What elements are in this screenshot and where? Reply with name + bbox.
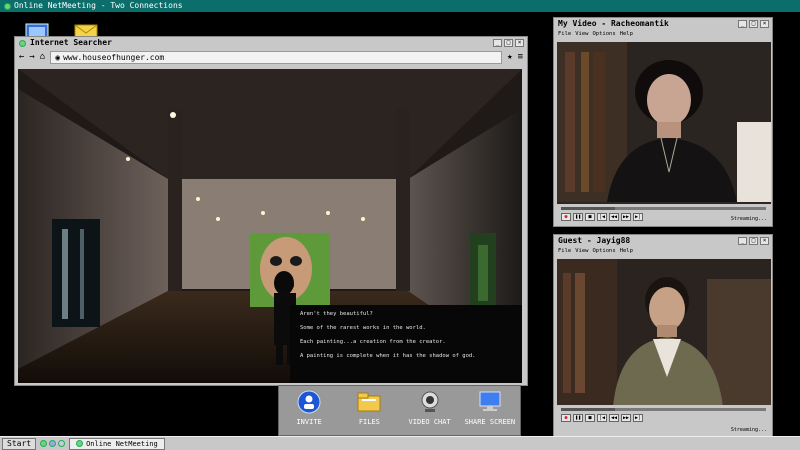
caption-line-4: A painting is complete when it has the s… [300, 353, 476, 359]
monitor-icon [479, 391, 501, 411]
video2-status: Streaming... [730, 427, 767, 433]
record-button[interactable]: ● [561, 414, 571, 422]
minimize-button[interactable]: _ [738, 237, 747, 245]
close-button[interactable]: × [760, 237, 769, 245]
prev-button[interactable]: |◀ [597, 213, 607, 221]
video-chat-label: VIDEO CHAT [408, 418, 451, 426]
minimize-button[interactable]: _ [738, 20, 747, 28]
browser-logo-icon [19, 39, 26, 47]
pause-button[interactable]: ❚❚ [573, 213, 583, 221]
video1-window-controls: _ □ × [738, 20, 769, 28]
guest-video-window[interactable]: Guest - Jayig88 _ □ × File View Options … [553, 234, 773, 439]
menu-help[interactable]: Help [620, 247, 633, 256]
taskbar: Start Online NetMeeting [0, 436, 800, 450]
rewind-button[interactable]: ◀◀ [609, 213, 619, 221]
caption-line-2: Some of the rarest works in the world. [300, 325, 426, 331]
taskbar-netmeeting-label: Online NetMeeting [86, 439, 158, 448]
address-bar-row: ← → ⌂ ◉ www.houseofhunger.com ★ ≡ [15, 49, 527, 65]
video1-status: Streaming... [730, 216, 767, 222]
forward-button[interactable]: ▶▶ [621, 414, 631, 422]
invite-label: INVITE [296, 418, 322, 426]
menu-file[interactable]: File [558, 30, 571, 39]
rewind-button[interactable]: ◀◀ [609, 414, 619, 422]
browser-title: Internet Searcher [30, 38, 112, 47]
stop-button[interactable]: ■ [585, 213, 595, 221]
url-field[interactable]: ◉ www.houseofhunger.com [50, 50, 503, 64]
pause-button[interactable]: ❚❚ [573, 414, 583, 422]
menu-view[interactable]: View [575, 247, 588, 256]
video2-menu-bar: File View Options Help [554, 247, 772, 256]
record-button[interactable]: ● [561, 213, 571, 221]
maximize-button[interactable]: □ [504, 39, 513, 47]
gallery-video: Aren't they beautiful? Some of the rares… [18, 69, 522, 383]
files-button[interactable]: FILES [341, 390, 397, 426]
start-button[interactable]: Start [2, 437, 37, 450]
close-button[interactable]: × [760, 20, 769, 28]
back-arrow-icon[interactable]: ← [19, 52, 24, 62]
video1-seek-bar[interactable] [561, 207, 766, 210]
video2-controls: ● ❚❚ ■ |◀ ◀◀ ▶▶ ▶| Streaming... [557, 405, 771, 433]
caption-line-3: Each painting...a creation from the crea… [300, 339, 446, 345]
video2-seek-bar[interactable] [561, 408, 766, 411]
video2-window-controls: _ □ × [738, 237, 769, 245]
caption-line-1: Aren't they beautiful? [300, 311, 373, 317]
menu-view[interactable]: View [575, 30, 588, 39]
quick-launch-icon[interactable] [49, 440, 57, 447]
guest-video-feed [557, 259, 771, 407]
share-screen-button[interactable]: SHARE SCREEN [462, 390, 518, 426]
video2-title: Guest - Jayig88 [558, 236, 631, 245]
browser-title-bar[interactable]: Internet Searcher [15, 37, 527, 49]
netmeeting-logo-icon [4, 2, 11, 10]
next-button[interactable]: ▶| [633, 213, 643, 221]
forward-arrow-icon[interactable]: → [29, 52, 34, 62]
main-title: Online NetMeeting - Two Connections [14, 1, 183, 10]
quick-launch-icon[interactable] [40, 440, 48, 447]
globe-icon: ◉ [55, 52, 61, 62]
my-video-window[interactable]: My Video - Racheomantik _ □ × File View … [553, 17, 773, 227]
folder-icon [357, 392, 381, 412]
main-title-bar: Online NetMeeting - Two Connections [0, 0, 800, 12]
menu-options[interactable]: Options [593, 30, 616, 39]
forward-button[interactable]: ▶▶ [621, 213, 631, 221]
minimize-button[interactable]: _ [493, 39, 502, 47]
menu-file[interactable]: File [558, 247, 571, 256]
menu-options[interactable]: Options [593, 247, 616, 256]
video2-playback-buttons: ● ❚❚ ■ |◀ ◀◀ ▶▶ ▶| [561, 414, 643, 422]
maximize-button[interactable]: □ [749, 237, 758, 245]
bookmark-star-icon[interactable]: ★ [507, 52, 512, 62]
next-button[interactable]: ▶| [633, 414, 643, 422]
my-video-feed [557, 42, 771, 206]
netmeeting-toolbar: INVITE FILES VIDEO CHAT SHARE SCREEN [278, 385, 521, 436]
netmeeting-task-icon [76, 440, 84, 447]
browser-window-controls: _ □ × [493, 39, 524, 47]
home-icon[interactable]: ⌂ [40, 52, 45, 62]
menu-icon[interactable]: ≡ [518, 52, 523, 62]
menu-help[interactable]: Help [620, 30, 633, 39]
close-button[interactable]: × [515, 39, 524, 47]
webcam-woman-image [557, 42, 771, 202]
browser-window[interactable]: Internet Searcher _ □ × ← → ⌂ ◉ www.hous… [14, 36, 528, 386]
files-label: FILES [358, 418, 380, 426]
video1-seek-fill [561, 207, 615, 210]
taskbar-netmeeting-button[interactable]: Online NetMeeting [69, 437, 165, 450]
video1-playback-buttons: ● ❚❚ ■ |◀ ◀◀ ▶▶ ▶| [561, 213, 643, 221]
video1-menu-bar: File View Options Help [554, 30, 772, 39]
invite-icon [297, 390, 321, 414]
webcam-icon [421, 391, 439, 412]
video1-controls: ● ❚❚ ■ |◀ ◀◀ ▶▶ ▶| Streaming... [557, 204, 771, 222]
prev-button[interactable]: |◀ [597, 414, 607, 422]
maximize-button[interactable]: □ [749, 20, 758, 28]
video1-title: My Video - Racheomantik [558, 19, 669, 28]
url-text: www.houseofhunger.com [63, 52, 165, 62]
invite-button[interactable]: INVITE [281, 390, 337, 426]
video2-seek-fill [561, 408, 615, 411]
stop-button[interactable]: ■ [585, 414, 595, 422]
video-chat-button[interactable]: VIDEO CHAT [402, 390, 458, 426]
webcam-man-image [557, 259, 771, 407]
share-screen-label: SHARE SCREEN [464, 418, 516, 426]
quick-launch-icons [40, 440, 66, 447]
caption-box: Aren't they beautiful? Some of the rares… [290, 305, 522, 383]
quick-launch-icon[interactable] [58, 440, 66, 447]
